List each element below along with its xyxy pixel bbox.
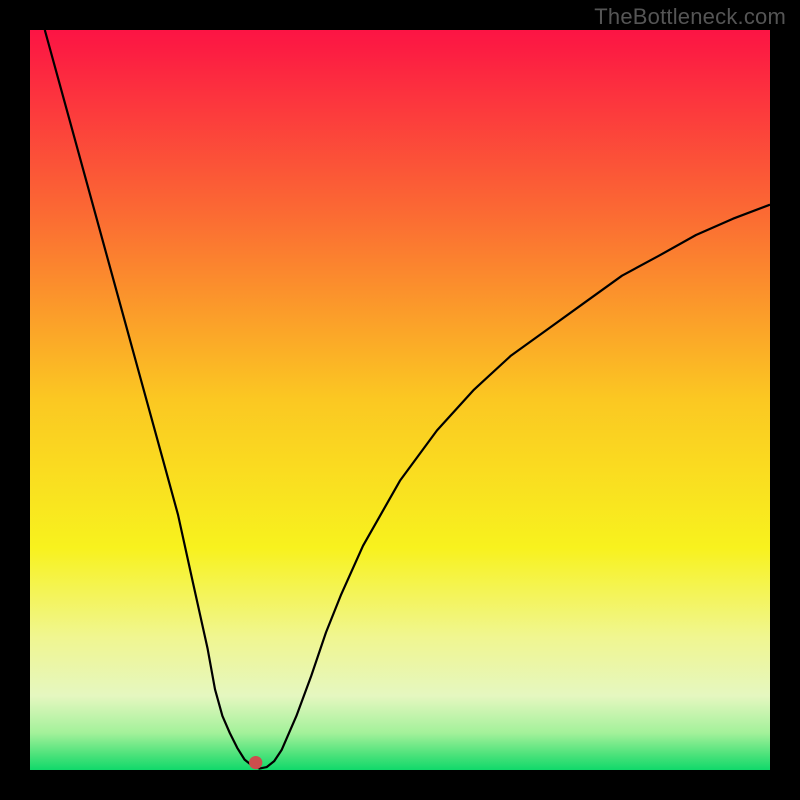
curve-line <box>30 30 770 770</box>
watermark-text: TheBottleneck.com <box>594 4 786 30</box>
minimum-marker <box>249 756 262 769</box>
plot-area <box>30 30 770 770</box>
chart-frame: TheBottleneck.com <box>0 0 800 800</box>
